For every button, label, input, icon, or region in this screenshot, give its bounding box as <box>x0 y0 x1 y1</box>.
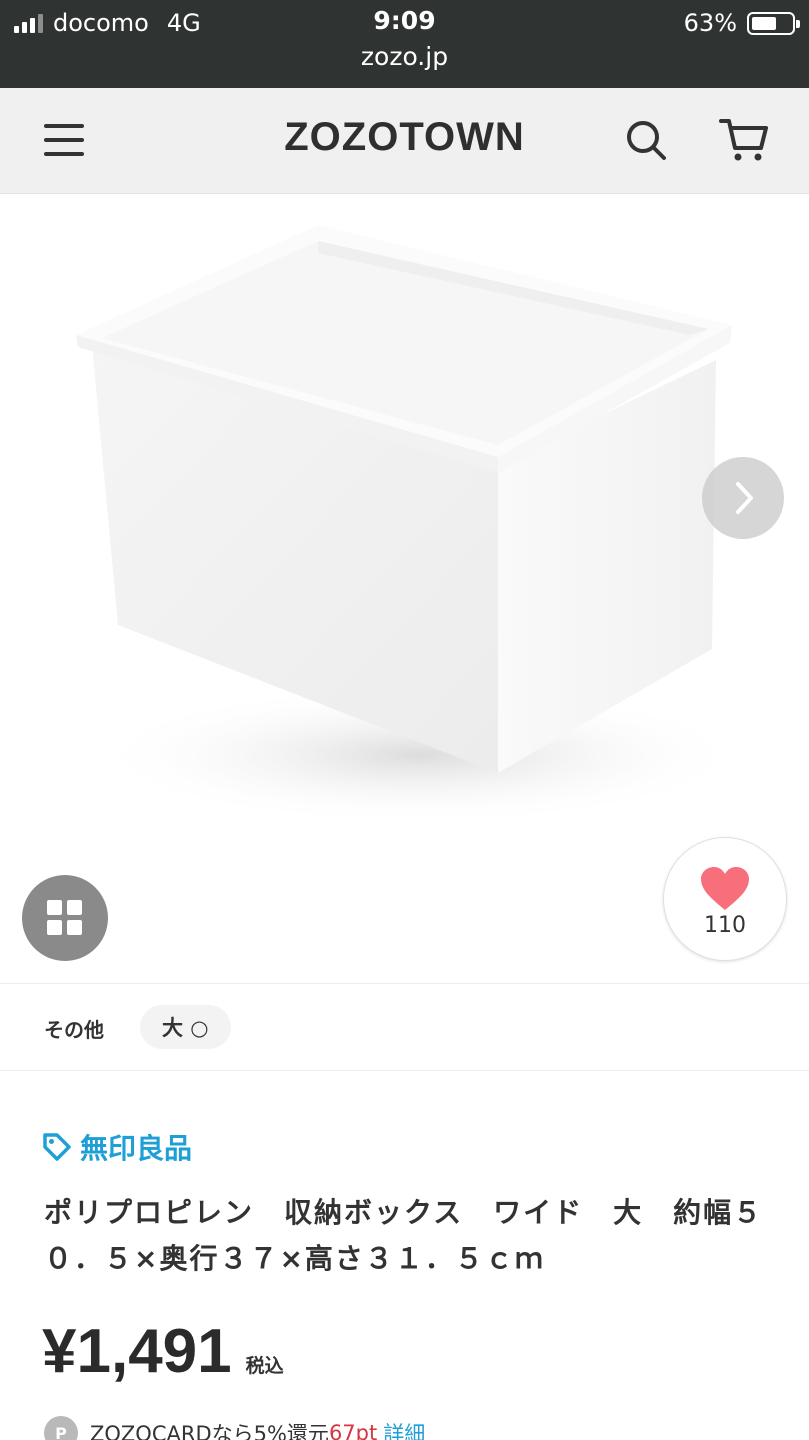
variant-row: その他 大 ○ <box>0 983 809 1071</box>
site-logo[interactable]: ZOZOTOWN <box>0 115 809 160</box>
battery-icon <box>747 11 800 35</box>
address-url[interactable]: zozo.jp <box>0 42 809 71</box>
tag-icon <box>43 1133 71 1161</box>
promo-points: 67pt <box>328 1421 378 1440</box>
favorite-button[interactable]: 110 <box>663 837 787 961</box>
next-image-button[interactable] <box>702 457 784 539</box>
points-icon: P <box>44 1416 78 1440</box>
cart-icon[interactable] <box>718 116 770 164</box>
status-bar: docomo 4G 9:09 zozo.jp 63% <box>0 0 809 88</box>
thumbnail-grid-button[interactable] <box>22 875 108 961</box>
search-icon[interactable] <box>624 118 668 162</box>
heart-icon <box>701 867 749 910</box>
product-title: ポリプロピレン 収納ボックス ワイド 大 約幅５０．５×奥行３７×高さ３１．５ｃ… <box>44 1196 764 1275</box>
variant-option-chip[interactable]: 大 ○ <box>140 1005 231 1049</box>
card-promo: P ZOZOCARDなら5%還元 67pt 詳細 <box>44 1416 425 1440</box>
variant-label: その他 <box>44 1018 104 1042</box>
chevron-right-icon <box>736 482 753 514</box>
price-row: ¥1,491 税込 <box>42 1316 284 1387</box>
favorite-count: 110 <box>704 913 746 938</box>
battery-percent: 63% <box>683 9 737 37</box>
screen: docomo 4G 9:09 zozo.jp 63% ZOZOTOWN 110 … <box>0 0 809 1440</box>
promo-text: ZOZOCARDなら5%還元 <box>90 1422 329 1440</box>
brand-link[interactable]: 無印良品 <box>42 1127 192 1167</box>
product-price: ¥1,491 <box>42 1317 232 1386</box>
product-gallery[interactable]: 110 <box>0 195 809 982</box>
brand-name: 無印良品 <box>80 1132 193 1165</box>
status-right: 63% <box>683 8 800 38</box>
tax-label: 税込 <box>245 1355 284 1377</box>
promo-detail-link[interactable]: 詳細 <box>383 1418 425 1440</box>
site-header: ZOZOTOWN <box>0 88 809 194</box>
